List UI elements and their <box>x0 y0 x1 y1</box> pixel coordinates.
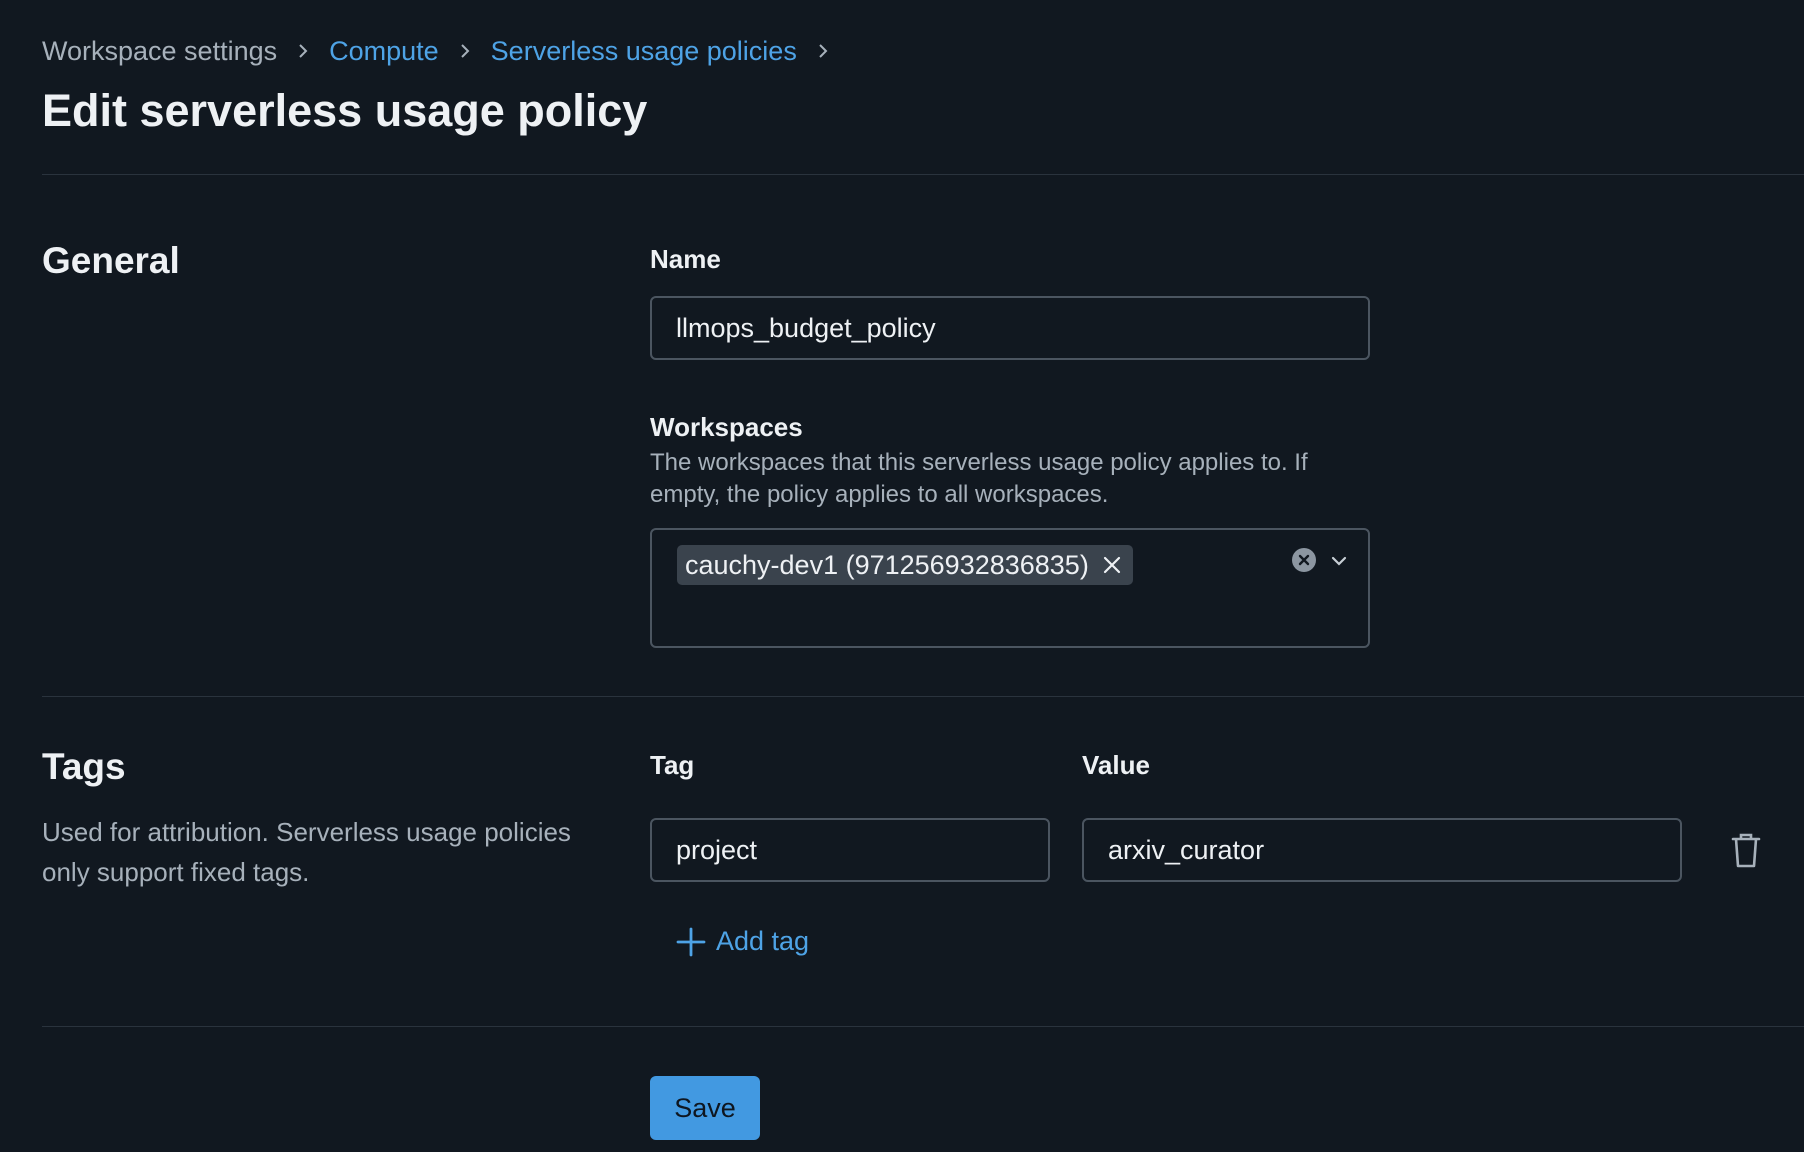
general-section-title: General <box>42 240 180 281</box>
breadcrumb: Workspace settings Compute Serverless us… <box>42 34 849 68</box>
tag-value-input[interactable] <box>1082 818 1682 882</box>
workspaces-description-line-2: empty, the policy applies to all workspa… <box>650 481 1109 508</box>
tags-description-line-2: only support fixed tags. <box>42 857 310 887</box>
close-icon[interactable] <box>1099 552 1125 578</box>
tags-description: Used for attribution. Serverless usage p… <box>42 812 571 892</box>
page-title: Edit serverless usage policy <box>42 85 648 136</box>
chevron-down-icon[interactable] <box>1329 551 1349 571</box>
add-tag-label: Add tag <box>716 926 810 956</box>
value-column-header: Value <box>1082 750 1150 780</box>
workspaces-description: The workspaces that this serverless usag… <box>650 447 1308 511</box>
name-input[interactable] <box>650 296 1370 360</box>
breadcrumb-compute[interactable]: Compute <box>329 34 439 68</box>
chevron-right-icon <box>815 43 831 59</box>
save-button[interactable]: Save <box>650 1076 760 1140</box>
trash-icon[interactable] <box>1728 828 1764 872</box>
tags-description-line-1: Used for attribution. Serverless usage p… <box>42 817 571 847</box>
workspace-chip-label: cauchy-dev1 (971256932836835) <box>685 549 1089 580</box>
tag-key-input[interactable] <box>650 818 1050 882</box>
chevron-right-icon <box>457 43 473 59</box>
workspace-chip: cauchy-dev1 (971256932836835) <box>677 545 1133 585</box>
plus-icon <box>676 927 706 956</box>
workspaces-label: Workspaces <box>650 412 803 442</box>
chevron-right-icon <box>295 43 311 59</box>
workspaces-multiselect[interactable]: cauchy-dev1 (971256932836835) <box>650 528 1370 648</box>
header-divider <box>42 174 1804 175</box>
tag-column-header: Tag <box>650 750 695 780</box>
name-label: Name <box>650 244 721 274</box>
edit-policy-page: Workspace settings Compute Serverless us… <box>0 0 1804 1152</box>
breadcrumb-serverless-usage-policies[interactable]: Serverless usage policies <box>491 34 797 68</box>
tags-divider <box>42 1026 1804 1027</box>
tags-section-title: Tags <box>42 746 126 787</box>
workspaces-description-line-1: The workspaces that this serverless usag… <box>650 449 1308 476</box>
breadcrumb-workspace-settings[interactable]: Workspace settings <box>42 34 277 68</box>
general-divider <box>42 696 1804 697</box>
add-tag-button[interactable]: Add tag <box>676 926 809 957</box>
clear-circle-icon[interactable] <box>1291 547 1317 573</box>
